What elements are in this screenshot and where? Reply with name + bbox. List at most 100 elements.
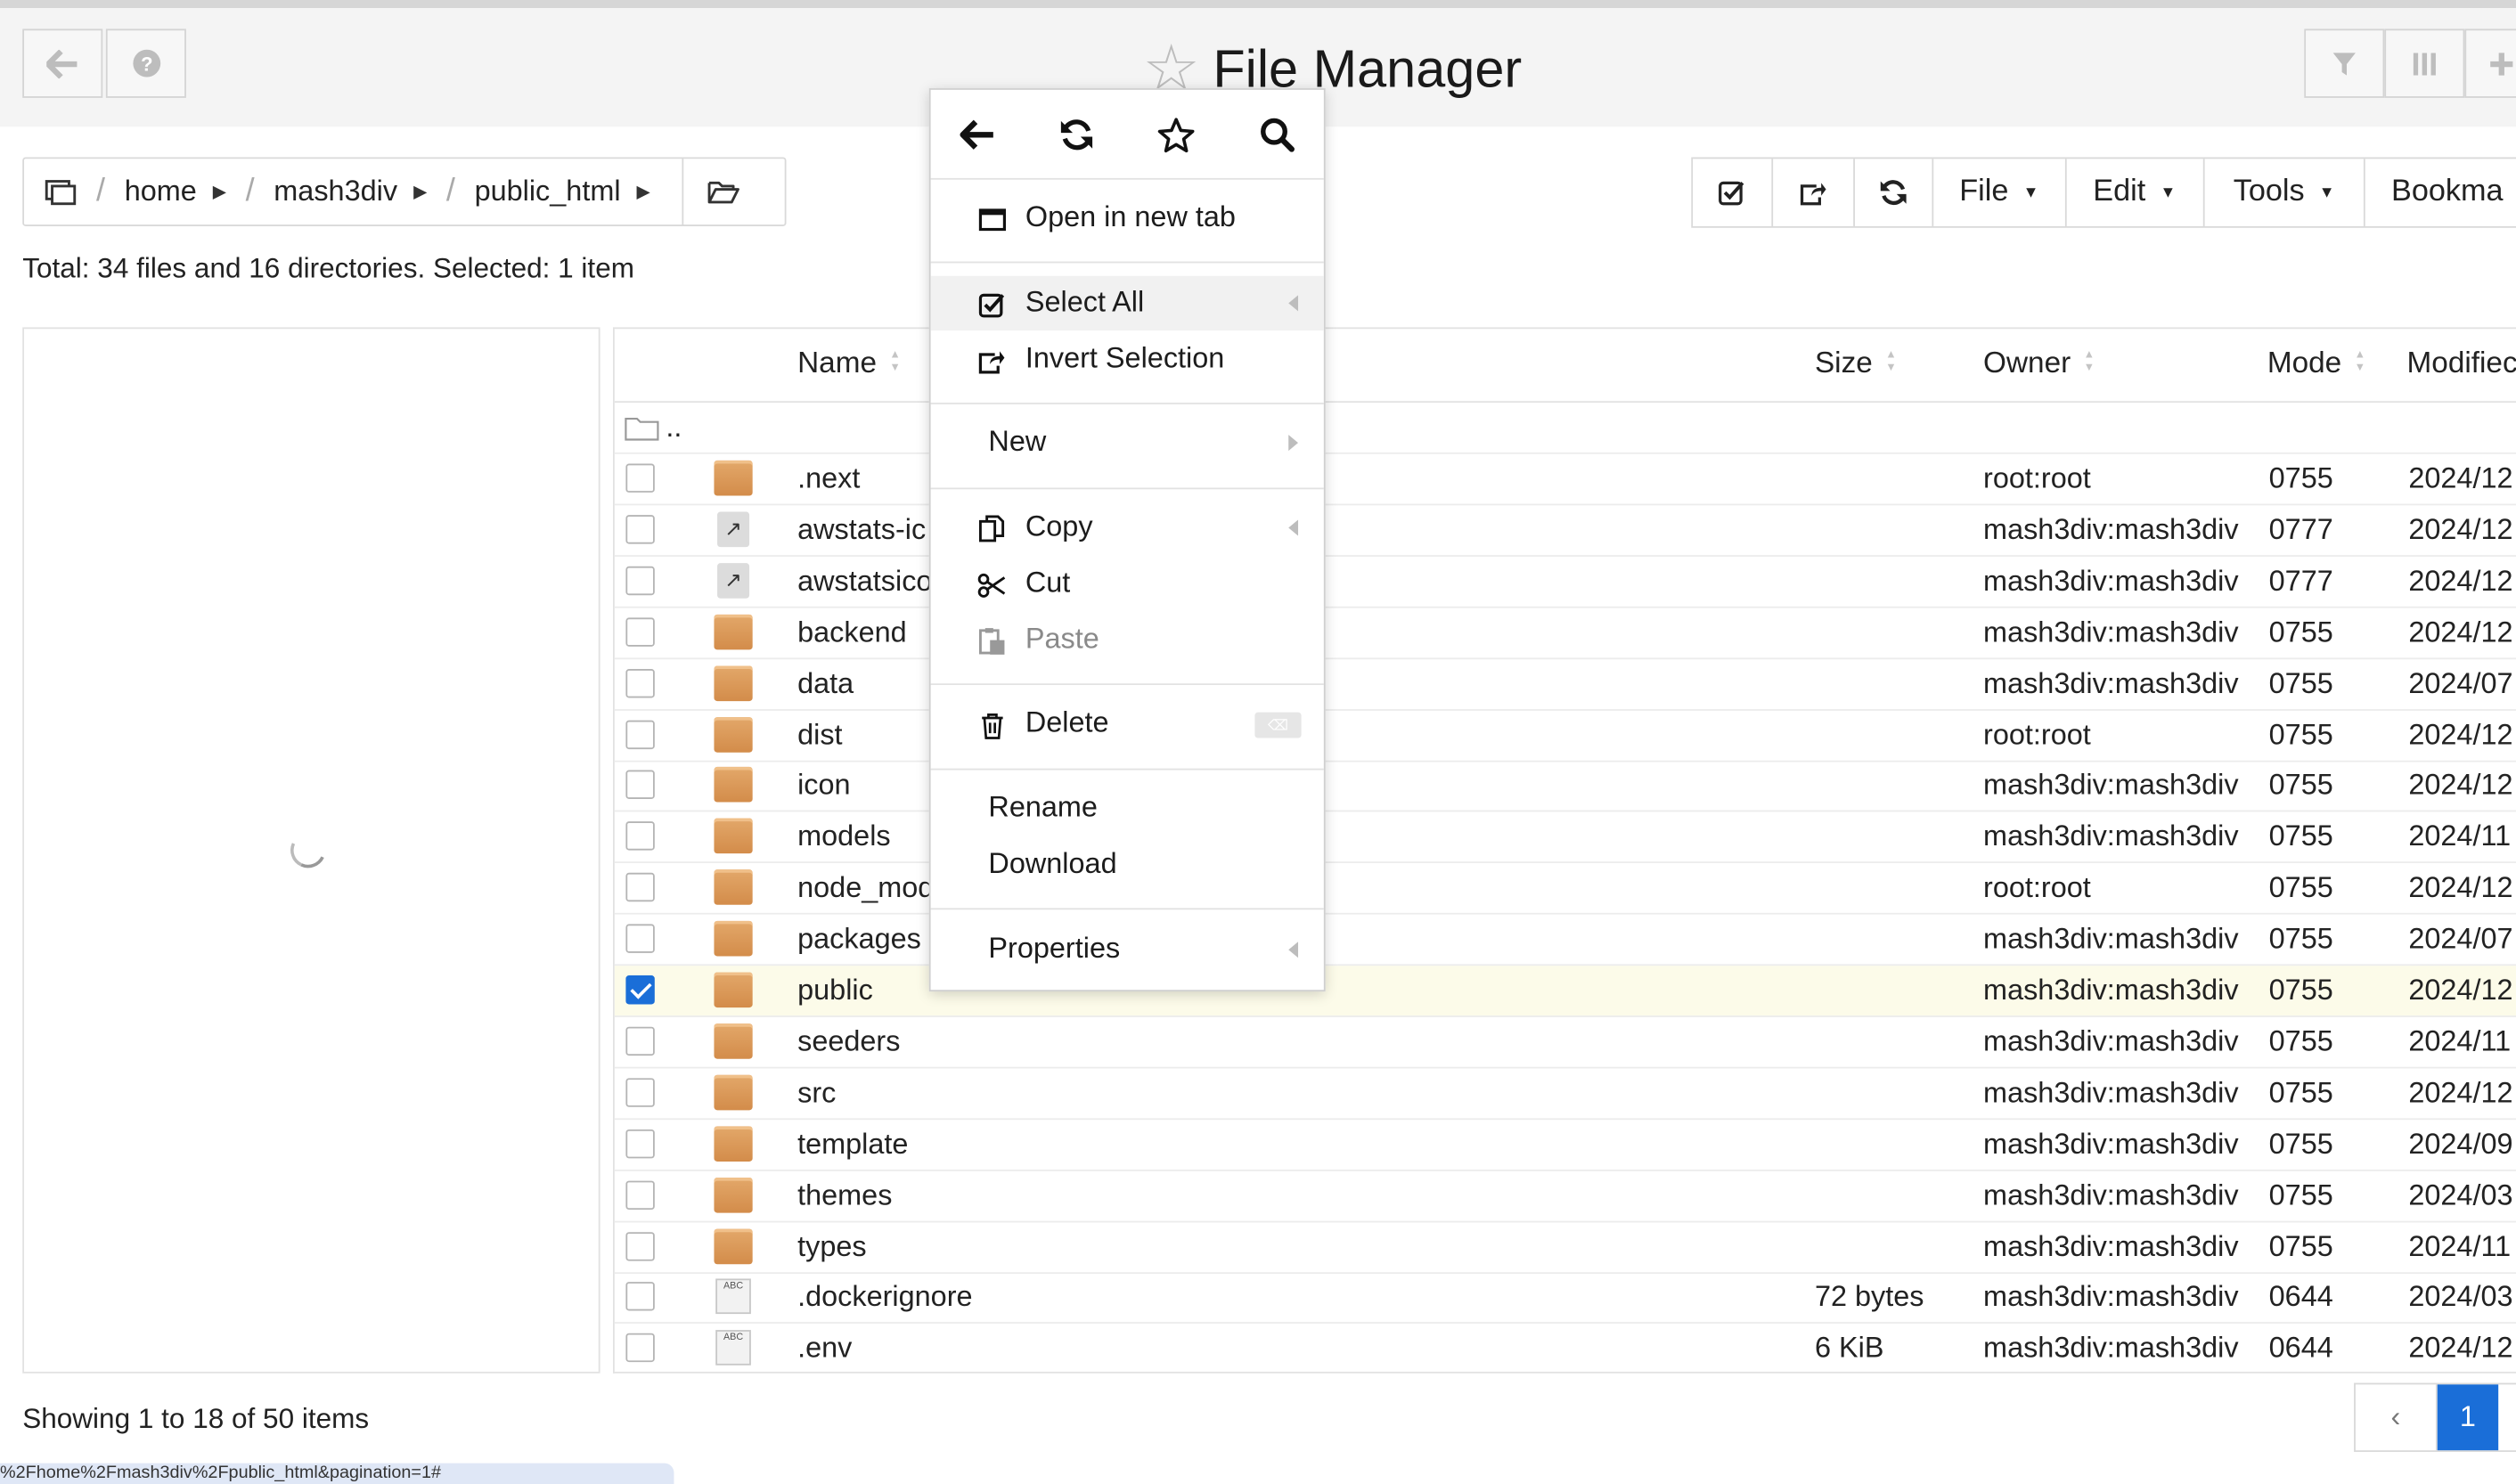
breadcrumb-item-user[interactable]: mash3div: [274, 175, 397, 208]
table-row[interactable]: themes mash3div:mash3div 0755 2024/03: [614, 1170, 2516, 1222]
caret-right-icon[interactable]: ▶: [413, 182, 427, 202]
file-menu-button[interactable]: File ▼: [1933, 159, 2067, 226]
table-row[interactable]: dist root:root 0755 2024/12: [614, 710, 2516, 762]
table-row[interactable]: ↗ awstatsico mash3div:mash3div 0777 2024/12: [614, 557, 2516, 608]
menu-favorite-button[interactable]: [1150, 109, 1202, 160]
row-checkbox[interactable]: [625, 821, 655, 852]
menu-item-download[interactable]: Download: [931, 837, 1324, 892]
table-row[interactable]: template mash3div:mash3div 0755 2024/09: [614, 1120, 2516, 1171]
row-checkbox[interactable]: [625, 514, 655, 544]
menu-back-button[interactable]: [952, 109, 1003, 160]
column-header-modified[interactable]: Modifiec: [2407, 345, 2516, 380]
row-name[interactable]: awstatsico: [797, 565, 932, 599]
row-checkbox[interactable]: [625, 566, 655, 595]
table-row[interactable]: ABC .dockerignore 72 bytes mash3div:mash3di…: [614, 1273, 2516, 1325]
row-name[interactable]: data: [797, 667, 854, 701]
row-name[interactable]: .env: [797, 1332, 852, 1366]
table-row[interactable]: packages mash3div:mash3div 0755 2024/07: [614, 915, 2516, 966]
row-name[interactable]: template: [797, 1128, 908, 1162]
row-name[interactable]: dist: [797, 718, 842, 752]
menu-item-select-all[interactable]: Select All: [930, 275, 1324, 331]
row-checkbox[interactable]: [625, 1077, 655, 1107]
menu-item-delete[interactable]: Delete ⌫: [931, 697, 1324, 751]
column-header-name[interactable]: Name ▲ ▼: [797, 345, 901, 380]
breadcrumb-item-current[interactable]: public_html: [475, 175, 621, 208]
row-checkbox[interactable]: [625, 463, 655, 493]
row-name[interactable]: themes: [797, 1178, 892, 1212]
columns-button[interactable]: [2384, 29, 2465, 98]
row-checkbox[interactable]: [625, 1129, 655, 1158]
column-header-owner[interactable]: Owner ▲ ▼: [1983, 345, 2095, 380]
row-checkbox[interactable]: [625, 975, 655, 1005]
row-checkbox[interactable]: [625, 1282, 655, 1312]
menu-refresh-button[interactable]: [1051, 109, 1103, 160]
table-row[interactable]: backend mash3div:mash3div 0755 2024/12: [614, 607, 2516, 659]
row-name[interactable]: seeders: [797, 1025, 900, 1059]
menu-item-label: Invert Selection: [1025, 341, 1225, 374]
open-folder-button[interactable]: [682, 157, 740, 226]
menu-item-paste[interactable]: Paste: [931, 613, 1324, 667]
row-name[interactable]: .next: [797, 462, 860, 496]
add-button[interactable]: [2464, 29, 2516, 98]
row-checkbox[interactable]: [625, 668, 655, 697]
row-checkbox[interactable]: [625, 1333, 655, 1363]
page-1-button[interactable]: 1: [2437, 1384, 2499, 1451]
menu-item-open-new-tab[interactable]: Open in new tab: [931, 191, 1324, 245]
back-button[interactable]: [22, 29, 103, 98]
parent-directory-row[interactable]: ..: [614, 403, 2516, 454]
row-checkbox[interactable]: [625, 1231, 655, 1260]
row-checkbox[interactable]: [625, 1026, 655, 1056]
row-checkbox[interactable]: [625, 924, 655, 954]
row-mode: 0777: [2268, 564, 2333, 597]
row-checkbox[interactable]: [625, 771, 655, 800]
table-row[interactable]: icon mash3div:mash3div 0755 2024/12: [614, 761, 2516, 813]
row-checkbox[interactable]: [625, 873, 655, 902]
table-row[interactable]: public mash3div:mash3div 0755 2024/12: [614, 966, 2516, 1017]
row-name[interactable]: models: [797, 820, 891, 854]
edit-menu-button[interactable]: Edit ▼: [2066, 159, 2204, 226]
table-row[interactable]: data mash3div:mash3div 0755 2024/07: [614, 659, 2516, 711]
table-row[interactable]: ABC .env 6 KiB mash3div:mash3div 0644 2024/12: [615, 1324, 2516, 1371]
caret-right-icon[interactable]: ▶: [213, 182, 226, 202]
table-row[interactable]: .next root:root 0755 2024/12: [614, 454, 2516, 506]
table-row[interactable]: src mash3div:mash3div 0755 2024/12: [614, 1068, 2516, 1120]
row-name[interactable]: .dockerignore: [797, 1281, 972, 1315]
menu-item-cut[interactable]: Cut: [931, 557, 1324, 611]
table-row[interactable]: types mash3div:mash3div 0755 2024/11: [614, 1222, 2516, 1274]
row-checkbox[interactable]: [625, 719, 655, 749]
row-name[interactable]: backend: [797, 616, 907, 649]
row-name[interactable]: awstats-ic: [797, 513, 926, 547]
refresh-button[interactable]: [1854, 159, 1934, 226]
root-folders-icon[interactable]: [45, 179, 77, 205]
filter-button[interactable]: [2304, 29, 2385, 98]
table-row[interactable]: seeders mash3div:mash3div 0755 2024/11: [614, 1017, 2516, 1069]
row-name[interactable]: packages: [797, 923, 921, 957]
menu-item-properties[interactable]: Properties: [931, 923, 1324, 977]
column-header-mode[interactable]: Mode ▲ ▼: [2267, 345, 2365, 380]
row-name[interactable]: node_mod: [797, 871, 934, 905]
bookmarks-menu-button[interactable]: Bookma: [2365, 159, 2516, 226]
caret-right-icon[interactable]: ▶: [637, 182, 650, 202]
row-checkbox[interactable]: [625, 616, 655, 647]
menu-item-invert-selection[interactable]: Invert Selection: [931, 332, 1324, 387]
tools-menu-button[interactable]: Tools ▼: [2204, 159, 2366, 226]
menu-search-button[interactable]: [1252, 109, 1303, 160]
select-toggle-button[interactable]: [1693, 159, 1774, 226]
row-name[interactable]: types: [797, 1230, 867, 1264]
prev-page-button[interactable]: ‹: [2356, 1384, 2438, 1451]
column-header-size[interactable]: Size ▲ ▼: [1815, 345, 1897, 380]
menu-item-copy[interactable]: Copy: [931, 501, 1324, 555]
share-button[interactable]: [1774, 159, 1855, 226]
row-name[interactable]: src: [797, 1076, 836, 1110]
table-row[interactable]: node_mod root:root 0755 2024/12: [614, 863, 2516, 915]
table-row[interactable]: models mash3div:mash3div 0755 2024/11: [614, 812, 2516, 864]
menu-item-new[interactable]: New: [931, 415, 1324, 469]
table-row[interactable]: ↗ awstats-ic mash3div:mash3div 0777 2024/12: [614, 505, 2516, 557]
breadcrumb-item-home[interactable]: home: [125, 175, 197, 208]
help-button[interactable]: ?: [105, 29, 186, 98]
row-mode: 0755: [2268, 616, 2333, 648]
menu-item-rename[interactable]: Rename: [931, 781, 1324, 836]
row-name[interactable]: public: [797, 974, 873, 1007]
row-checkbox[interactable]: [625, 1179, 655, 1210]
row-name[interactable]: icon: [797, 769, 850, 803]
